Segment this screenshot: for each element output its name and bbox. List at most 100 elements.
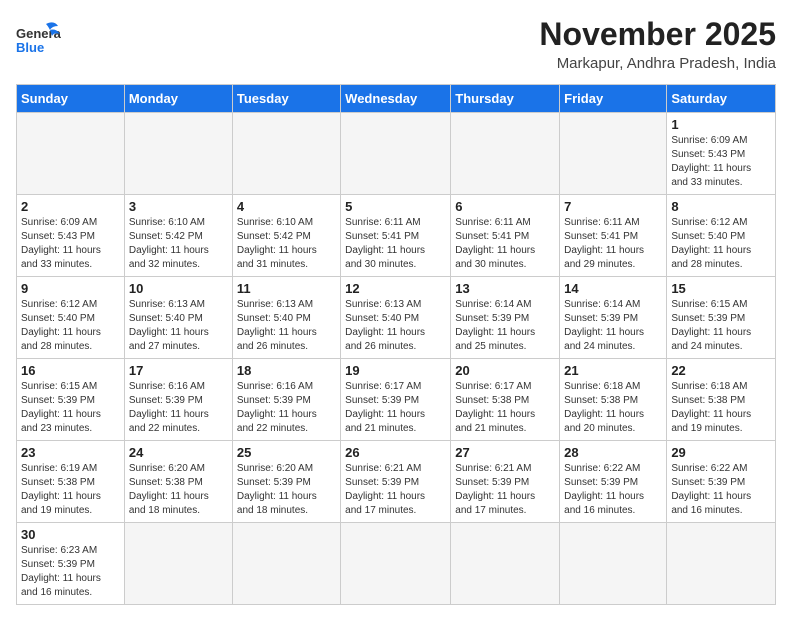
day-number: 29 — [671, 445, 771, 460]
calendar-cell: 28 Sunrise: 6:22 AM Sunset: 5:39 PM Dayli… — [560, 441, 667, 523]
day-info: Sunrise: 6:12 AM Sunset: 5:40 PM Dayligh… — [671, 216, 771, 272]
calendar-cell: 17Sunrise: 6:16 AM Sunset: 5:39 PM Dayli… — [124, 359, 232, 441]
calendar-cell: 6 Sunrise: 6:11 AM Sunset: 5:41 PM Daylig… — [451, 195, 560, 277]
day-number: 11 — [237, 281, 336, 296]
calendar-cell: 23Sunrise: 6:19 AM Sunset: 5:38 PM Dayli… — [17, 441, 125, 523]
calendar-cell: 12Sunrise: 6:13 AM Sunset: 5:40 PM Dayli… — [341, 277, 451, 359]
day-info: Sunrise: 6:12 AM Sunset: 5:40 PM Dayligh… — [21, 298, 120, 354]
calendar-cell — [341, 523, 451, 605]
day-number: 20 — [455, 363, 555, 378]
day-number: 2 — [21, 199, 120, 214]
day-number: 28 — [564, 445, 662, 460]
calendar-cell: 5 Sunrise: 6:11 AM Sunset: 5:41 PM Daylig… — [341, 195, 451, 277]
calendar-cell: 20 Sunrise: 6:17 AM Sunset: 5:38 PM Dayli… — [451, 359, 560, 441]
day-number: 6 — [455, 199, 555, 214]
day-info: Sunrise: 6:11 AM Sunset: 5:41 PM Dayligh… — [345, 216, 446, 272]
day-number: 15 — [671, 281, 771, 296]
day-info: Sunrise: 6:23 AM Sunset: 5:39 PM Dayligh… — [21, 544, 120, 600]
weekday-header-sunday: Sunday — [17, 85, 125, 113]
logo-icon: General Blue — [16, 16, 61, 61]
calendar-cell: 15 Sunrise: 6:15 AM Sunset: 5:39 PM Dayli… — [667, 277, 776, 359]
calendar-cell — [341, 113, 451, 195]
calendar-cell: 26 Sunrise: 6:21 AM Sunset: 5:39 PM Dayli… — [341, 441, 451, 523]
calendar-table: SundayMondayTuesdayWednesdayThursdayFrid… — [16, 84, 776, 605]
day-info: Sunrise: 6:11 AM Sunset: 5:41 PM Dayligh… — [455, 216, 555, 272]
day-number: 18 — [237, 363, 336, 378]
calendar-cell: 29Sunrise: 6:22 AM Sunset: 5:39 PM Dayli… — [667, 441, 776, 523]
calendar-cell: 3 Sunrise: 6:10 AM Sunset: 5:42 PM Daylig… — [124, 195, 232, 277]
day-info: Sunrise: 6:10 AM Sunset: 5:42 PM Dayligh… — [237, 216, 336, 272]
day-info: Sunrise: 6:17 AM Sunset: 5:38 PM Dayligh… — [455, 380, 555, 436]
day-info: Sunrise: 6:14 AM Sunset: 5:39 PM Dayligh… — [455, 298, 555, 354]
calendar-cell: 10 Sunrise: 6:13 AM Sunset: 5:40 PM Dayli… — [124, 277, 232, 359]
day-number: 21 — [564, 363, 662, 378]
calendar-cell — [124, 113, 232, 195]
calendar-cell: 8Sunrise: 6:12 AM Sunset: 5:40 PM Daylig… — [667, 195, 776, 277]
calendar-week-row: 9 Sunrise: 6:12 AM Sunset: 5:40 PM Daylig… — [17, 277, 776, 359]
day-number: 24 — [129, 445, 228, 460]
day-number: 5 — [345, 199, 446, 214]
calendar-cell — [560, 523, 667, 605]
day-info: Sunrise: 6:18 AM Sunset: 5:38 PM Dayligh… — [671, 380, 771, 436]
weekday-header-row: SundayMondayTuesdayWednesdayThursdayFrid… — [17, 85, 776, 113]
day-number: 10 — [129, 281, 228, 296]
calendar-cell — [232, 523, 340, 605]
day-number: 13 — [455, 281, 555, 296]
day-info: Sunrise: 6:11 AM Sunset: 5:41 PM Dayligh… — [564, 216, 662, 272]
weekday-header-friday: Friday — [560, 85, 667, 113]
weekday-header-saturday: Saturday — [667, 85, 776, 113]
day-number: 3 — [129, 199, 228, 214]
day-number: 23 — [21, 445, 120, 460]
day-info: Sunrise: 6:15 AM Sunset: 5:39 PM Dayligh… — [21, 380, 120, 436]
day-info: Sunrise: 6:14 AM Sunset: 5:39 PM Dayligh… — [564, 298, 662, 354]
day-info: Sunrise: 6:20 AM Sunset: 5:39 PM Dayligh… — [237, 462, 336, 518]
day-number: 22 — [671, 363, 771, 378]
calendar-cell — [232, 113, 340, 195]
month-year-title: November 2025 — [539, 16, 776, 53]
calendar-cell — [560, 113, 667, 195]
calendar-cell: 22 Sunrise: 6:18 AM Sunset: 5:38 PM Dayli… — [667, 359, 776, 441]
day-number: 1 — [671, 117, 771, 132]
calendar-week-row: 23Sunrise: 6:19 AM Sunset: 5:38 PM Dayli… — [17, 441, 776, 523]
logo: General Blue — [16, 16, 61, 61]
day-info: Sunrise: 6:22 AM Sunset: 5:39 PM Dayligh… — [564, 462, 662, 518]
calendar-cell: 13 Sunrise: 6:14 AM Sunset: 5:39 PM Dayli… — [451, 277, 560, 359]
calendar-week-row: 30 Sunrise: 6:23 AM Sunset: 5:39 PM Dayli… — [17, 523, 776, 605]
day-info: Sunrise: 6:21 AM Sunset: 5:39 PM Dayligh… — [345, 462, 446, 518]
calendar-cell: 11 Sunrise: 6:13 AM Sunset: 5:40 PM Dayli… — [232, 277, 340, 359]
day-info: Sunrise: 6:09 AM Sunset: 5:43 PM Dayligh… — [21, 216, 120, 272]
day-number: 25 — [237, 445, 336, 460]
day-info: Sunrise: 6:17 AM Sunset: 5:39 PM Dayligh… — [345, 380, 446, 436]
day-number: 16 — [21, 363, 120, 378]
day-number: 26 — [345, 445, 446, 460]
weekday-header-monday: Monday — [124, 85, 232, 113]
day-info: Sunrise: 6:15 AM Sunset: 5:39 PM Dayligh… — [671, 298, 771, 354]
day-info: Sunrise: 6:21 AM Sunset: 5:39 PM Dayligh… — [455, 462, 555, 518]
day-info: Sunrise: 6:10 AM Sunset: 5:42 PM Dayligh… — [129, 216, 228, 272]
calendar-cell: 30 Sunrise: 6:23 AM Sunset: 5:39 PM Dayli… — [17, 523, 125, 605]
calendar-cell — [124, 523, 232, 605]
svg-text:Blue: Blue — [16, 40, 44, 55]
day-info: Sunrise: 6:13 AM Sunset: 5:40 PM Dayligh… — [129, 298, 228, 354]
calendar-cell: 25 Sunrise: 6:20 AM Sunset: 5:39 PM Dayli… — [232, 441, 340, 523]
day-number: 7 — [564, 199, 662, 214]
day-info: Sunrise: 6:18 AM Sunset: 5:38 PM Dayligh… — [564, 380, 662, 436]
header: General Blue November 2025 Markapur, And… — [16, 16, 776, 72]
calendar-cell: 21 Sunrise: 6:18 AM Sunset: 5:38 PM Dayli… — [560, 359, 667, 441]
calendar-cell: 4 Sunrise: 6:10 AM Sunset: 5:42 PM Daylig… — [232, 195, 340, 277]
day-info: Sunrise: 6:13 AM Sunset: 5:40 PM Dayligh… — [237, 298, 336, 354]
day-number: 4 — [237, 199, 336, 214]
title-section: November 2025 Markapur, Andhra Pradesh, … — [539, 16, 776, 72]
day-info: Sunrise: 6:09 AM Sunset: 5:43 PM Dayligh… — [671, 134, 771, 190]
weekday-header-tuesday: Tuesday — [232, 85, 340, 113]
calendar-cell: 19Sunrise: 6:17 AM Sunset: 5:39 PM Dayli… — [341, 359, 451, 441]
location-subtitle: Markapur, Andhra Pradesh, India — [539, 55, 776, 72]
calendar-cell — [667, 523, 776, 605]
day-number: 12 — [345, 281, 446, 296]
calendar-week-row: 16 Sunrise: 6:15 AM Sunset: 5:39 PM Dayli… — [17, 359, 776, 441]
day-number: 30 — [21, 527, 120, 542]
day-info: Sunrise: 6:16 AM Sunset: 5:39 PM Dayligh… — [237, 380, 336, 436]
day-number: 9 — [21, 281, 120, 296]
day-number: 14 — [564, 281, 662, 296]
weekday-header-thursday: Thursday — [451, 85, 560, 113]
